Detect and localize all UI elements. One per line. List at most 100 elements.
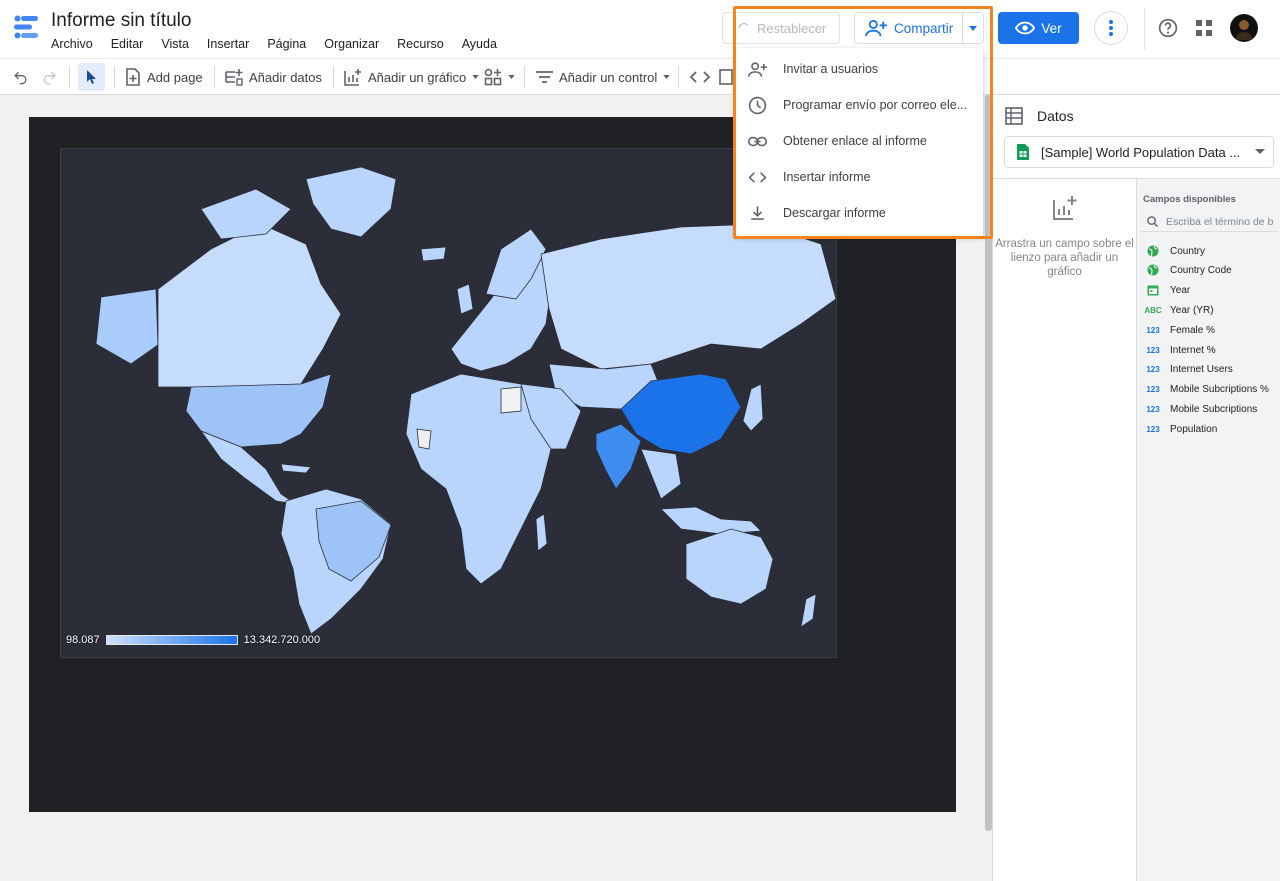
add-data-button[interactable]: Añadir datos bbox=[225, 59, 322, 95]
data-panel: Datos [Sample] World Population Data ...… bbox=[992, 95, 1280, 881]
menu-item-label: Obtener enlace al informe bbox=[783, 134, 927, 148]
apps-grid-icon[interactable] bbox=[1196, 20, 1212, 36]
fields-search-input[interactable]: Escriba el término de b bbox=[1141, 212, 1278, 232]
clock-icon bbox=[748, 96, 767, 115]
caret-down-icon bbox=[663, 75, 670, 79]
reset-button[interactable]: Restablecer bbox=[722, 12, 840, 44]
caret-down-icon bbox=[508, 75, 515, 79]
share-button[interactable]: Compartir bbox=[855, 13, 964, 43]
view-button[interactable]: Ver bbox=[998, 12, 1079, 44]
menu-pagina[interactable]: Página bbox=[267, 37, 306, 51]
menu-archivo[interactable]: Archivo bbox=[51, 37, 93, 51]
menu-organizar[interactable]: Organizar bbox=[324, 37, 379, 51]
share-dropdown-toggle[interactable] bbox=[963, 25, 983, 31]
person-add-icon bbox=[865, 19, 887, 37]
menu-item-embed-report[interactable]: Insertar informe bbox=[736, 159, 983, 195]
share-button-group: Compartir bbox=[854, 12, 984, 44]
field-item[interactable]: 123 Mobile Subcriptions % bbox=[1146, 381, 1269, 397]
menu-item-schedule-email[interactable]: Programar envío por correo ele... bbox=[736, 87, 983, 123]
world-map-graphic bbox=[95, 166, 837, 635]
field-name: Female % bbox=[1170, 324, 1216, 336]
app-header: Informe sin título Archivo Editar Vista … bbox=[0, 0, 1280, 58]
menu-bar: Archivo Editar Vista Insertar Página Org… bbox=[51, 37, 515, 51]
map-region-iceland bbox=[420, 246, 447, 262]
field-name: Internet % bbox=[1170, 344, 1216, 356]
field-item[interactable]: ABC Year (YR) bbox=[1144, 302, 1214, 318]
map-region-caribbean bbox=[280, 463, 312, 474]
field-item[interactable]: 123 Female % bbox=[1146, 322, 1215, 338]
link-icon bbox=[748, 136, 767, 147]
menu-item-download-report[interactable]: Descargar informe bbox=[736, 195, 983, 231]
add-page-icon bbox=[126, 68, 140, 86]
looker-studio-logo-icon[interactable] bbox=[12, 13, 40, 41]
calendar-icon bbox=[1146, 284, 1160, 296]
add-page-button[interactable]: Add page bbox=[125, 59, 203, 95]
add-chart-label: Añadir un gráfico bbox=[368, 69, 467, 85]
header-divider bbox=[1144, 8, 1145, 50]
cursor-arrow-icon bbox=[86, 70, 96, 84]
datasource-select[interactable]: [Sample] World Population Data ... bbox=[1004, 136, 1274, 168]
menu-item-invite-users[interactable]: Invitar a usuarios bbox=[736, 51, 983, 87]
available-fields: Campos disponibles Escriba el término de… bbox=[1136, 179, 1280, 881]
add-data-label: Añadir datos bbox=[249, 69, 322, 85]
data-panel-header: Datos bbox=[1005, 107, 1074, 125]
number-type-icon: 123 bbox=[1146, 384, 1160, 394]
map-region-australia bbox=[685, 528, 774, 605]
legend-min-value: 98.087 bbox=[66, 634, 100, 646]
menu-editar[interactable]: Editar bbox=[111, 37, 144, 51]
field-item[interactable]: 123 Internet % bbox=[1146, 342, 1216, 358]
google-sheets-icon bbox=[1017, 144, 1029, 160]
field-item[interactable]: 123 Internet Users bbox=[1146, 361, 1233, 377]
geo-map-chart[interactable] bbox=[60, 148, 837, 658]
menu-ayuda[interactable]: Ayuda bbox=[462, 37, 497, 51]
undo-icon[interactable] bbox=[12, 69, 29, 85]
map-region-southeast-asia bbox=[640, 448, 682, 500]
table-icon bbox=[1005, 107, 1023, 125]
add-control-label: Añadir un control bbox=[559, 69, 658, 85]
person-add-icon bbox=[748, 62, 767, 77]
search-placeholder: Escriba el término de b bbox=[1166, 215, 1274, 228]
number-type-icon: 123 bbox=[1146, 424, 1160, 434]
report-title[interactable]: Informe sin título bbox=[51, 10, 191, 32]
redo-icon[interactable] bbox=[41, 69, 58, 85]
more-vert-icon bbox=[1109, 20, 1113, 36]
field-item[interactable]: Country bbox=[1146, 243, 1205, 259]
select-tool-button[interactable] bbox=[78, 63, 105, 91]
field-item[interactable]: Year bbox=[1146, 282, 1190, 298]
field-item[interactable]: 123 Population bbox=[1146, 421, 1217, 437]
add-control-button[interactable]: Añadir un control bbox=[536, 59, 670, 95]
canvas-scrollbar[interactable] bbox=[985, 95, 992, 831]
embed-code-icon[interactable] bbox=[690, 69, 710, 85]
map-region-uk bbox=[456, 283, 474, 315]
eye-icon bbox=[1015, 21, 1036, 35]
map-region-new-zealand bbox=[800, 593, 817, 628]
search-icon bbox=[1147, 216, 1158, 227]
menu-vista[interactable]: Vista bbox=[161, 37, 189, 51]
number-type-icon: 123 bbox=[1146, 404, 1160, 414]
menu-item-get-link[interactable]: Obtener enlace al informe bbox=[736, 123, 983, 159]
menu-recurso[interactable]: Recurso bbox=[397, 37, 444, 51]
field-item[interactable]: 123 Mobile Subcriptions bbox=[1146, 401, 1257, 417]
menu-item-label: Insertar informe bbox=[783, 170, 871, 184]
filter-icon bbox=[536, 71, 553, 83]
help-icon[interactable] bbox=[1158, 18, 1178, 38]
number-type-icon: 123 bbox=[1146, 345, 1160, 355]
field-name: Country bbox=[1170, 245, 1206, 257]
fields-title: Campos disponibles bbox=[1143, 194, 1236, 205]
toolbar-divider bbox=[678, 66, 679, 88]
more-options-button[interactable] bbox=[1094, 11, 1128, 45]
add-component-button[interactable] bbox=[484, 59, 515, 95]
menu-item-label: Programar envío por correo ele... bbox=[783, 98, 968, 112]
menu-insertar[interactable]: Insertar bbox=[207, 37, 249, 51]
map-region-japan bbox=[742, 383, 764, 432]
menu-item-label: Invitar a usuarios bbox=[783, 62, 879, 76]
account-avatar[interactable] bbox=[1230, 14, 1258, 42]
add-chart-icon bbox=[344, 69, 361, 86]
toolbar-divider bbox=[69, 66, 70, 88]
map-region-western-sahara bbox=[416, 428, 432, 450]
add-chart-button[interactable]: Añadir un gráfico bbox=[344, 59, 479, 95]
text-type-icon: ABC bbox=[1144, 305, 1162, 315]
field-name: Year (YR) bbox=[1170, 304, 1214, 316]
field-item[interactable]: Country Code bbox=[1146, 262, 1232, 278]
image-icon[interactable] bbox=[719, 69, 733, 85]
